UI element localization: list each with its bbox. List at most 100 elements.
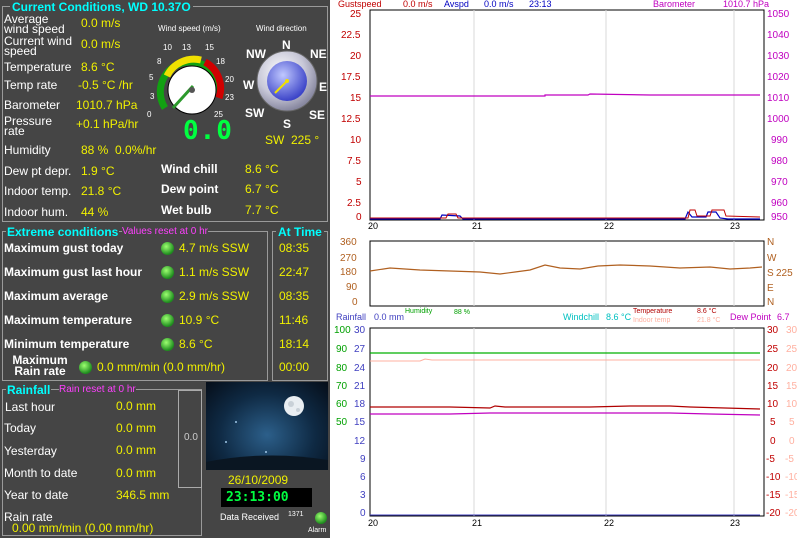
barometer-label: Barometer [4,98,61,112]
rain-today-value: 0.0 mm [116,421,157,435]
g3-temp-tick: 10 [767,399,779,410]
humidity-label: Humidity [4,143,51,157]
wind-direction-readout: SW 225 ° [265,133,320,147]
g3-rain-tick: 6 [360,472,366,483]
g3-indoor-tick: 5 [789,417,795,428]
dew-pt-depr-label: Dew pt depr. [4,164,72,178]
g1-left-tick: 5 [356,177,362,188]
wind-speed-tick-0: 0 [147,110,152,119]
g3-indoor-tick: -20 [785,508,797,519]
g2-left-tick: 180 [340,267,357,278]
max-average-led-icon [161,290,174,303]
g3-rain-tick: 3 [360,490,366,501]
g1-left-tick: 7.5 [347,156,361,167]
rain-year-value: 346.5 mm [116,488,170,502]
max-average-value: 2.9 m/s SSW [179,289,250,303]
compass-se: SE [309,108,326,122]
alarm-label: Alarm [308,527,327,534]
wind-speed-tick-10: 10 [163,43,172,52]
g2-right-label: E [767,283,774,294]
max-rain-rate-led-icon [79,361,92,374]
min-temperature-led-icon [161,338,174,351]
g1-x-tick: 20 [368,221,379,231]
min-temperature-time: 18:14 [279,337,310,351]
compass-ne: NE [310,47,327,61]
max-rain-rate-value: 0.0 mm/min (0.0 mm/hr) [97,360,226,374]
compass-w: W [243,78,255,92]
wind-speed-tick-23: 23 [225,93,234,102]
g3-humidity-tick: 60 [336,399,348,410]
g3-rain-tick: 21 [354,381,366,392]
compass-e: E [319,80,328,94]
extremes-panel: Extreme conditions Values reset at 0 hr … [0,224,330,382]
g2-right-label: S [767,268,774,279]
g3-indoor-tick: -5 [785,454,794,465]
wind-direction-title: Wind direction [256,24,307,33]
max-average-time: 08:35 [279,289,310,303]
status-time: 23:13:00 [226,490,289,505]
g3-rain-tick: 0 [360,508,366,519]
rain-yesterday-value: 0.0 mm [116,443,157,457]
max-gust-today-time: 08:35 [279,241,310,255]
g3-indoor-tick: 0 [789,436,795,447]
compass-nw: NW [246,47,266,61]
g3-temp-tick: -10 [766,472,781,483]
indoor-temp-legend-label: Indoor temp [633,317,671,324]
dewpoint-legend-label: Dew Point [730,312,772,322]
wind-barometer-graph [369,9,765,517]
g3-rain-tick: 24 [354,363,366,374]
g3-temp-tick: 20 [767,363,779,374]
g1-right-tick: 970 [771,177,788,188]
g3-x-tick: 22 [604,518,615,528]
current-conditions-panel: Current Conditions, WD 10.37O Average wi… [0,0,330,224]
rainfall-reset-note: Rain reset at 0 hr [59,384,136,395]
g3-rain-tick: 15 [354,417,366,428]
current-wind-speed-value: 0.0 m/s [81,37,121,51]
g2-right-label: N [767,297,775,308]
avg-wind-speed-value: 0.0 m/s [81,16,121,30]
indoor-temp-value: 21.8 °C [81,184,122,198]
g3-indoor-tick: 20 [786,363,797,374]
g1-right-tick: 1000 [767,114,790,125]
wind-chill-label: Wind chill [161,162,218,176]
g3-indoor-tick: -15 [785,490,797,501]
max-average-label: Maximum average [4,289,109,303]
extremes-title: Extreme conditions [6,225,120,239]
alarm-led-icon[interactable] [315,512,327,524]
moon-image [206,382,328,470]
g3-x-tick: 20 [368,518,379,528]
g3-rain-tick: 27 [354,344,366,355]
temp-rate-label: Temp rate [4,78,58,92]
compass-s: S [283,117,292,131]
g1-left-tick: 2.5 [347,198,361,209]
temperature-value: 8.6 °C [81,60,115,74]
g2-left-tick: 270 [340,253,357,264]
g3-indoor-tick: 25 [786,344,797,355]
wind-speed-tick-5: 5 [149,73,154,82]
g2-left-tick: 90 [346,282,358,293]
g1-left-tick: 22.5 [341,30,361,41]
dewpoint-legend-value: 6.7 [777,312,790,322]
max-gust-last-hour-led-icon [161,266,174,279]
g1-left-tick: 12.5 [341,114,361,125]
g3-rain-tick: 18 [354,399,366,410]
rain-last-hour-label: Last hour [5,400,56,414]
max-rain-rate-time: 00:00 [279,360,310,374]
g3-temp-tick: -5 [766,454,775,465]
humidity-legend-label: Humidity [405,308,433,315]
rain-year-label: Year to date [4,488,69,502]
max-gust-last-hour-label: Maximum gust last hour [4,265,143,279]
graphs-area: Gustspeed 0.0 m/s Avspd 0.0 m/s 23:13 Ba… [330,0,797,538]
g1-right-tick: 950 [771,212,788,223]
g3-indoor-tick: 15 [786,381,797,392]
max-gust-last-hour-value: 1.1 m/s SSW [179,265,250,279]
temp-rate-value: -0.5 °C /hr [78,78,133,92]
g3-temp-tick: 0 [770,436,776,447]
rain-yesterday-label: Yesterday [4,444,57,458]
g1-right-tick: 1040 [767,30,790,41]
dew-point-label: Dew point [161,182,219,196]
rainfall-panel: Rainfall Rain reset at 0 hr Last hour 0.… [0,382,204,538]
g1-x-tick: 23 [730,221,741,231]
indoor-hum-label: Indoor hum. [4,205,69,219]
rain-rate-value: 0.00 mm/min (0.00 mm/hr) [12,521,154,535]
